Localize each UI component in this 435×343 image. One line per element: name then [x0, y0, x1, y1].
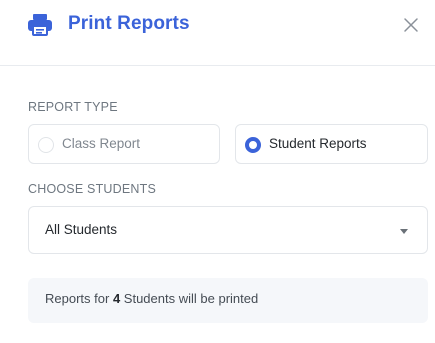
caret-down-icon — [400, 229, 408, 234]
students-select[interactable]: All Students — [28, 206, 428, 254]
modal-title: Print Reports — [68, 13, 190, 34]
report-type-label: REPORT TYPE — [28, 100, 118, 114]
radio-option-label: Class Report — [62, 136, 141, 151]
radio-button-unselected[interactable] — [38, 137, 54, 153]
close-icon[interactable] — [402, 16, 420, 34]
print-summary-text: Reports for 4 Students will be printed — [45, 291, 258, 306]
choose-students-label: CHOOSE STUDENTS — [28, 182, 157, 196]
radio-button-selected[interactable] — [245, 137, 261, 153]
radio-option-label: Student Reports — [269, 136, 367, 151]
radio-option-class-report[interactable]: Class Report — [28, 124, 220, 164]
student-count: 4 — [112, 291, 121, 306]
printer-icon — [28, 14, 52, 36]
summary-prefix: Reports for — [45, 291, 110, 306]
print-summary-box: Reports for 4 Students will be printed — [28, 278, 428, 323]
select-value: All Students — [45, 222, 118, 237]
summary-suffix: Students will be printed — [123, 291, 259, 306]
modal-header: Print Reports — [0, 0, 435, 66]
radio-option-student-reports[interactable]: Student Reports — [235, 124, 428, 164]
